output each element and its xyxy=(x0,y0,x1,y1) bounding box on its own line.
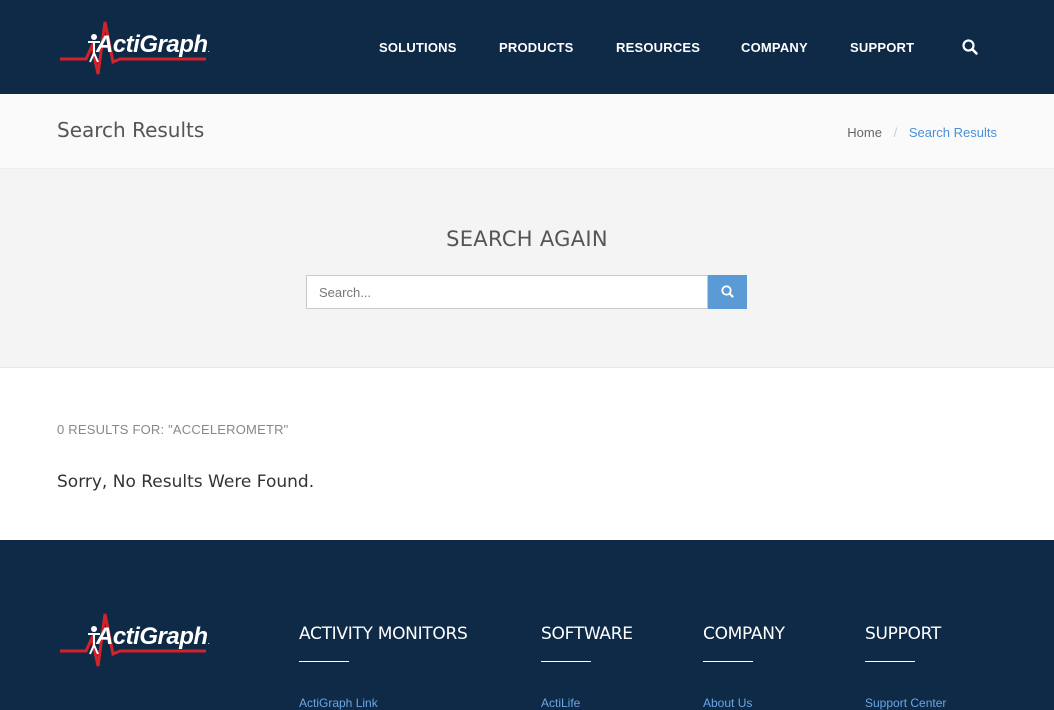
footer-link[interactable]: Support Center xyxy=(865,696,946,710)
footer-link[interactable]: About Us xyxy=(703,696,785,710)
breadcrumb-separator: / xyxy=(893,125,898,140)
search-submit-button[interactable] xyxy=(708,275,747,309)
footer-actigraph-logo[interactable]: ActiGraph. xyxy=(58,608,210,674)
breadcrumb: Home / Search Results xyxy=(847,125,997,140)
no-results-message: Sorry, No Results Were Found. xyxy=(57,472,315,492)
search-again-heading: SEARCH AGAIN xyxy=(446,227,608,251)
nav-resources[interactable]: RESOURCES xyxy=(616,40,700,55)
breadcrumb-current: Search Results xyxy=(908,125,997,140)
nav-products[interactable]: PRODUCTS xyxy=(499,40,574,55)
footer-column-support: SUPPORT Support Center xyxy=(865,624,946,710)
results-count: 0 RESULTS FOR: "ACCELEROMETR" xyxy=(57,422,289,437)
page-title: Search Results xyxy=(57,118,205,142)
search-icon[interactable] xyxy=(961,38,979,56)
actigraph-logo[interactable]: ActiGraph. xyxy=(58,16,210,82)
search-input[interactable] xyxy=(306,275,708,309)
footer-heading: SUPPORT xyxy=(865,624,941,644)
footer-heading-rule xyxy=(299,661,349,662)
footer-logo-wordmark: ActiGraph. xyxy=(96,623,210,650)
footer-column-company: COMPANY About Us xyxy=(703,624,785,710)
nav-solutions[interactable]: SOLUTIONS xyxy=(379,40,457,55)
search-icon xyxy=(721,285,734,298)
footer-column-software: SOFTWARE ActiLife xyxy=(541,624,633,710)
site-footer: ActiGraph. ACTIVITY MONITORS ActiGraph L… xyxy=(0,540,1054,710)
footer-link[interactable]: ActiLife xyxy=(541,696,633,710)
breadcrumb-home[interactable]: Home xyxy=(847,125,882,140)
nav-support[interactable]: SUPPORT xyxy=(850,40,914,55)
site-header: ActiGraph. SOLUTIONS PRODUCTS RESOURCES … xyxy=(0,0,1054,94)
footer-heading: ACTIVITY MONITORS xyxy=(299,624,468,644)
footer-heading-rule xyxy=(703,661,753,662)
footer-link[interactable]: ActiGraph Link xyxy=(299,696,467,710)
footer-heading-rule xyxy=(865,661,915,662)
footer-heading-rule xyxy=(541,661,591,662)
logo-wordmark: ActiGraph. xyxy=(96,31,210,58)
footer-column-activity-monitors: ACTIVITY MONITORS ActiGraph Link xyxy=(299,624,468,710)
search-again-section: SEARCH AGAIN xyxy=(0,169,1054,368)
page-title-bar: Search Results Home / Search Results xyxy=(0,94,1054,169)
nav-company[interactable]: COMPANY xyxy=(741,40,808,55)
footer-heading: COMPANY xyxy=(703,624,785,644)
footer-heading: SOFTWARE xyxy=(541,624,633,644)
